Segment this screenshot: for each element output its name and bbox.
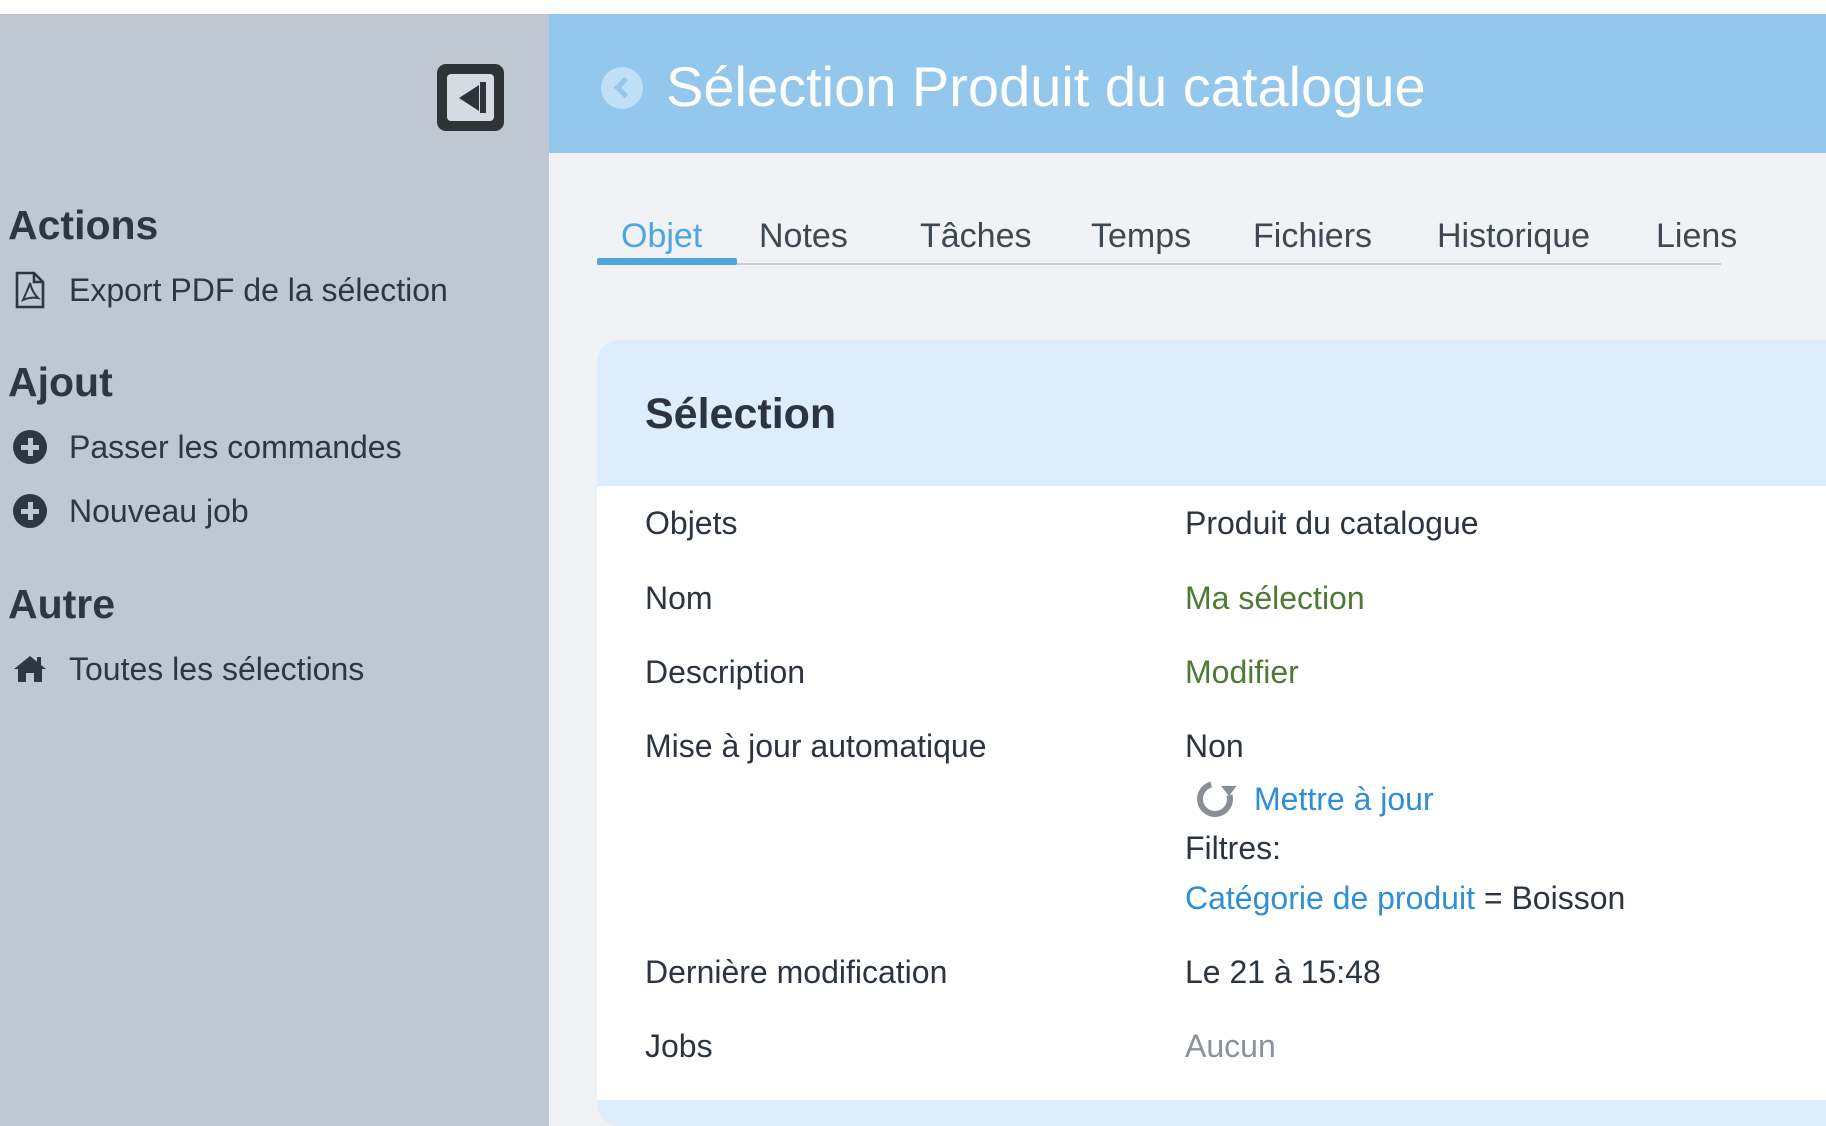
section-title-actions: Actions — [8, 202, 159, 248]
home-icon — [12, 651, 48, 687]
section-title-ajout: Ajout — [8, 359, 113, 405]
sidebar-item-label: Toutes les sélections — [69, 650, 365, 687]
plus-circle-icon — [13, 494, 47, 528]
collapse-sidebar-button[interactable] — [437, 64, 504, 131]
value-objets: Produit du catalogue — [1185, 505, 1479, 541]
filter-field-link[interactable]: Catégorie de produit — [1185, 880, 1475, 916]
refresh-icon — [1190, 774, 1240, 824]
value-mise-a-jour: Non — [1185, 728, 1244, 764]
sidebar-item-toutes-selections[interactable]: Toutes les sélections — [12, 647, 364, 691]
filter-operator: = — [1483, 880, 1503, 916]
label-mise-a-jour: Mise à jour automatique — [645, 728, 987, 764]
tab-bar: Objet Notes Tâches Temps Fichiers Histor… — [597, 205, 1737, 265]
tab-liens[interactable]: Liens — [1656, 217, 1737, 256]
collapse-icon — [447, 74, 494, 121]
filter-line: Catégorie de produit = Boisson — [1185, 880, 1625, 917]
tab-notes[interactable]: Notes — [759, 217, 848, 256]
active-tab-indicator — [597, 258, 737, 265]
main-panel: Sélection Produit du catalogue Objet Not… — [549, 14, 1826, 1126]
tab-temps[interactable]: Temps — [1091, 217, 1191, 256]
refresh-button[interactable]: Mettre à jour — [1190, 774, 1434, 824]
sidebar-item-nouveau-job[interactable]: Nouveau job — [12, 489, 249, 533]
label-description: Description — [645, 654, 806, 690]
tab-objet[interactable]: Objet — [621, 217, 702, 256]
label-derniere-modification: Dernière modification — [645, 954, 948, 990]
value-jobs: Aucun — [1185, 1028, 1276, 1064]
sidebar-item-export-pdf[interactable]: Export PDF de la sélection — [12, 268, 448, 312]
value-derniere-modification: Le 21 à 15:48 — [1185, 954, 1381, 990]
tab-historique[interactable]: Historique — [1437, 217, 1590, 256]
label-jobs: Jobs — [645, 1028, 713, 1064]
label-objets: Objets — [645, 505, 738, 541]
card-title: Sélection — [645, 390, 837, 438]
label-nom: Nom — [645, 580, 713, 616]
filter-value: Boisson — [1511, 880, 1626, 916]
sidebar: Actions Export PDF de la sélection Ajout… — [0, 14, 549, 1126]
filters-label: Filtres: — [1185, 830, 1281, 866]
value-nom-link[interactable]: Ma sélection — [1185, 580, 1365, 617]
tab-taches[interactable]: Tâches — [920, 217, 1032, 256]
tab-fichiers[interactable]: Fichiers — [1253, 217, 1372, 256]
plus-circle-icon — [13, 430, 47, 464]
description-modifier-link[interactable]: Modifier — [1185, 654, 1299, 691]
card-footer — [597, 1100, 1826, 1126]
sidebar-item-label: Passer les commandes — [69, 428, 402, 465]
section-title-autre: Autre — [8, 581, 116, 627]
pdf-file-icon — [12, 271, 48, 309]
page-header: Sélection Produit du catalogue — [549, 14, 1826, 153]
back-icon[interactable] — [601, 67, 643, 109]
selection-card: Sélection Objets Produit du catalogue No… — [597, 340, 1826, 1126]
sidebar-item-label: Export PDF de la sélection — [69, 271, 448, 308]
card-header: Sélection — [597, 340, 1826, 486]
refresh-link[interactable]: Mettre à jour — [1254, 781, 1434, 818]
page-title: Sélection Produit du catalogue — [666, 55, 1426, 118]
sidebar-item-label: Nouveau job — [69, 492, 249, 529]
sidebar-item-passer-commandes[interactable]: Passer les commandes — [12, 425, 402, 469]
